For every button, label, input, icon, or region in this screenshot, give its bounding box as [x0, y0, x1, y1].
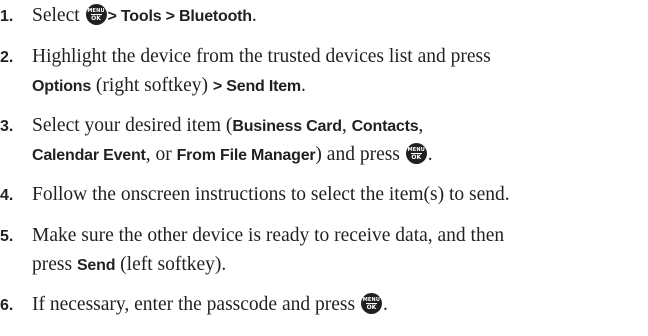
- step-3-line-1: 3. Select your desired item (Business Car…: [0, 112, 648, 141]
- step-text: .: [300, 75, 306, 96]
- menu-ok-key-icon: MENU OK: [360, 293, 382, 314]
- menu-path: > Send Item: [212, 78, 301, 95]
- item-option: From File Manager: [176, 147, 316, 164]
- step-number: 4.: [0, 187, 14, 204]
- softkey-label: Send: [76, 257, 116, 274]
- step-number: 2.: [0, 49, 14, 66]
- step-text: press: [32, 254, 77, 275]
- step-text: ) and press: [315, 144, 405, 165]
- menu-ok-key-icon: MENU OK: [405, 143, 427, 164]
- menu-ok-key-icon: MENU OK: [85, 4, 107, 25]
- item-option: Contacts: [351, 118, 419, 135]
- step-3-line-2: Calendar Event, or From File Manager) an…: [0, 141, 648, 170]
- step-text: ,: [418, 115, 424, 136]
- step-text: .: [382, 294, 388, 315]
- step-text: If necessary, enter the passcode and pre…: [32, 294, 360, 315]
- menu-key-bottom-label: OK: [366, 304, 377, 311]
- step-6-line-1: 6. If necessary, enter the passcode and p…: [0, 291, 648, 320]
- step-5-line-2: press Send (left softkey).: [0, 251, 648, 280]
- step-text: (right softkey): [91, 75, 213, 96]
- step-text: , or: [145, 144, 177, 165]
- step-2-line-2: Options (right softkey) > Send Item.: [0, 72, 648, 101]
- step-number: 5.: [0, 228, 14, 245]
- step-text: Highlight the device from the trusted de…: [32, 46, 491, 67]
- step-text: Select: [32, 5, 85, 26]
- item-option: Calendar Event: [32, 147, 146, 164]
- menu-key-bottom-label: OK: [91, 15, 101, 22]
- softkey-label: Options: [32, 78, 92, 95]
- step-text: Select your desired item (: [32, 115, 233, 136]
- step-text: .: [427, 144, 433, 165]
- step-2-line-1: 2. Highlight the device from the trusted …: [0, 43, 648, 72]
- step-6: 6. If necessary, enter the passcode and p…: [0, 291, 648, 320]
- step-5: 5. Make sure the other device is ready to…: [0, 222, 648, 280]
- step-text: .: [251, 5, 257, 26]
- step-5-line-1: 5. Make sure the other device is ready to…: [0, 222, 648, 251]
- step-1-line-1: 1. Select MENU OK > Tools > Bluetooth.: [0, 2, 648, 31]
- step-1: 1. Select MENU OK > Tools > Bluetooth.: [0, 2, 648, 31]
- menu-key-bottom-label: OK: [411, 154, 422, 161]
- step-text: ,: [341, 115, 352, 136]
- step-text: Make sure the other device is ready to r…: [32, 225, 505, 246]
- step-number: 3.: [0, 118, 14, 135]
- step-3: 3. Select your desired item (Business Car…: [0, 112, 648, 170]
- menu-path: > Tools > Bluetooth: [107, 8, 253, 25]
- item-option: Business Card: [232, 118, 342, 135]
- step-4-line-1: 4. Follow the onscreen instructions to se…: [0, 181, 648, 210]
- step-text: (left softkey).: [115, 254, 227, 275]
- step-2: 2. Highlight the device from the trusted …: [0, 43, 648, 101]
- step-number: 6.: [0, 297, 14, 314]
- step-text: Follow the onscreen instructions to sele…: [32, 184, 510, 205]
- step-4: 4. Follow the onscreen instructions to se…: [0, 181, 648, 210]
- step-number: 1.: [0, 8, 14, 25]
